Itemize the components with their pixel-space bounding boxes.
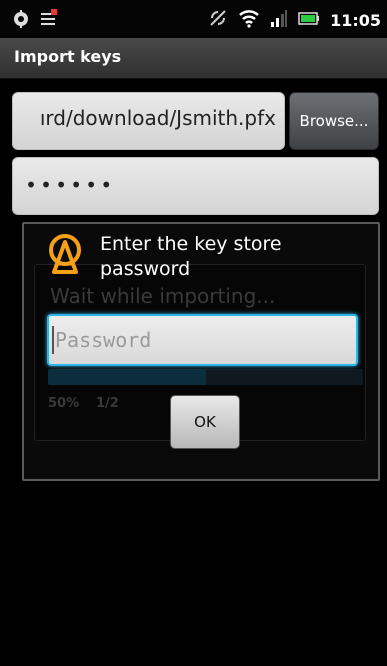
signal-icon [270, 8, 288, 32]
key-store-icon [42, 232, 88, 278]
background-progress-bar [48, 369, 363, 385]
password-field[interactable]: •••••• [12, 157, 379, 215]
background-progress-percent: 50% [48, 396, 80, 411]
wifi-icon [238, 8, 260, 32]
clock: 11:05 [330, 10, 381, 30]
status-bar-left [12, 9, 58, 33]
page-title: Import keys [14, 47, 122, 66]
title-bar: Import keys [0, 38, 387, 79]
background-progress-count: 1/2 [96, 396, 119, 411]
sync-icon [208, 8, 228, 32]
file-path-field[interactable]: ırd/download/Jsmith.pfx [12, 92, 285, 150]
background-progress-title: Wait while importing... [50, 284, 276, 308]
file-path-value: ırd/download/Jsmith.pfx [39, 106, 276, 130]
status-bar-right: 11:05 [208, 8, 381, 32]
password-input[interactable]: Password [47, 314, 358, 366]
text-caret [52, 326, 54, 354]
status-bar: 11:05 [0, 0, 387, 38]
dialog-title: Enter the key store password [100, 233, 282, 280]
battery-icon [298, 8, 320, 32]
notification-icon [40, 9, 58, 33]
settings-icon [12, 9, 30, 33]
browse-button[interactable]: Browse... [289, 92, 379, 150]
password-dialog: Wait while importing... 50% 1/2 Enter th… [22, 222, 380, 481]
password-value: •••••• [25, 173, 116, 197]
background-progress-fill [48, 369, 206, 385]
ok-button[interactable]: OK [170, 395, 240, 449]
